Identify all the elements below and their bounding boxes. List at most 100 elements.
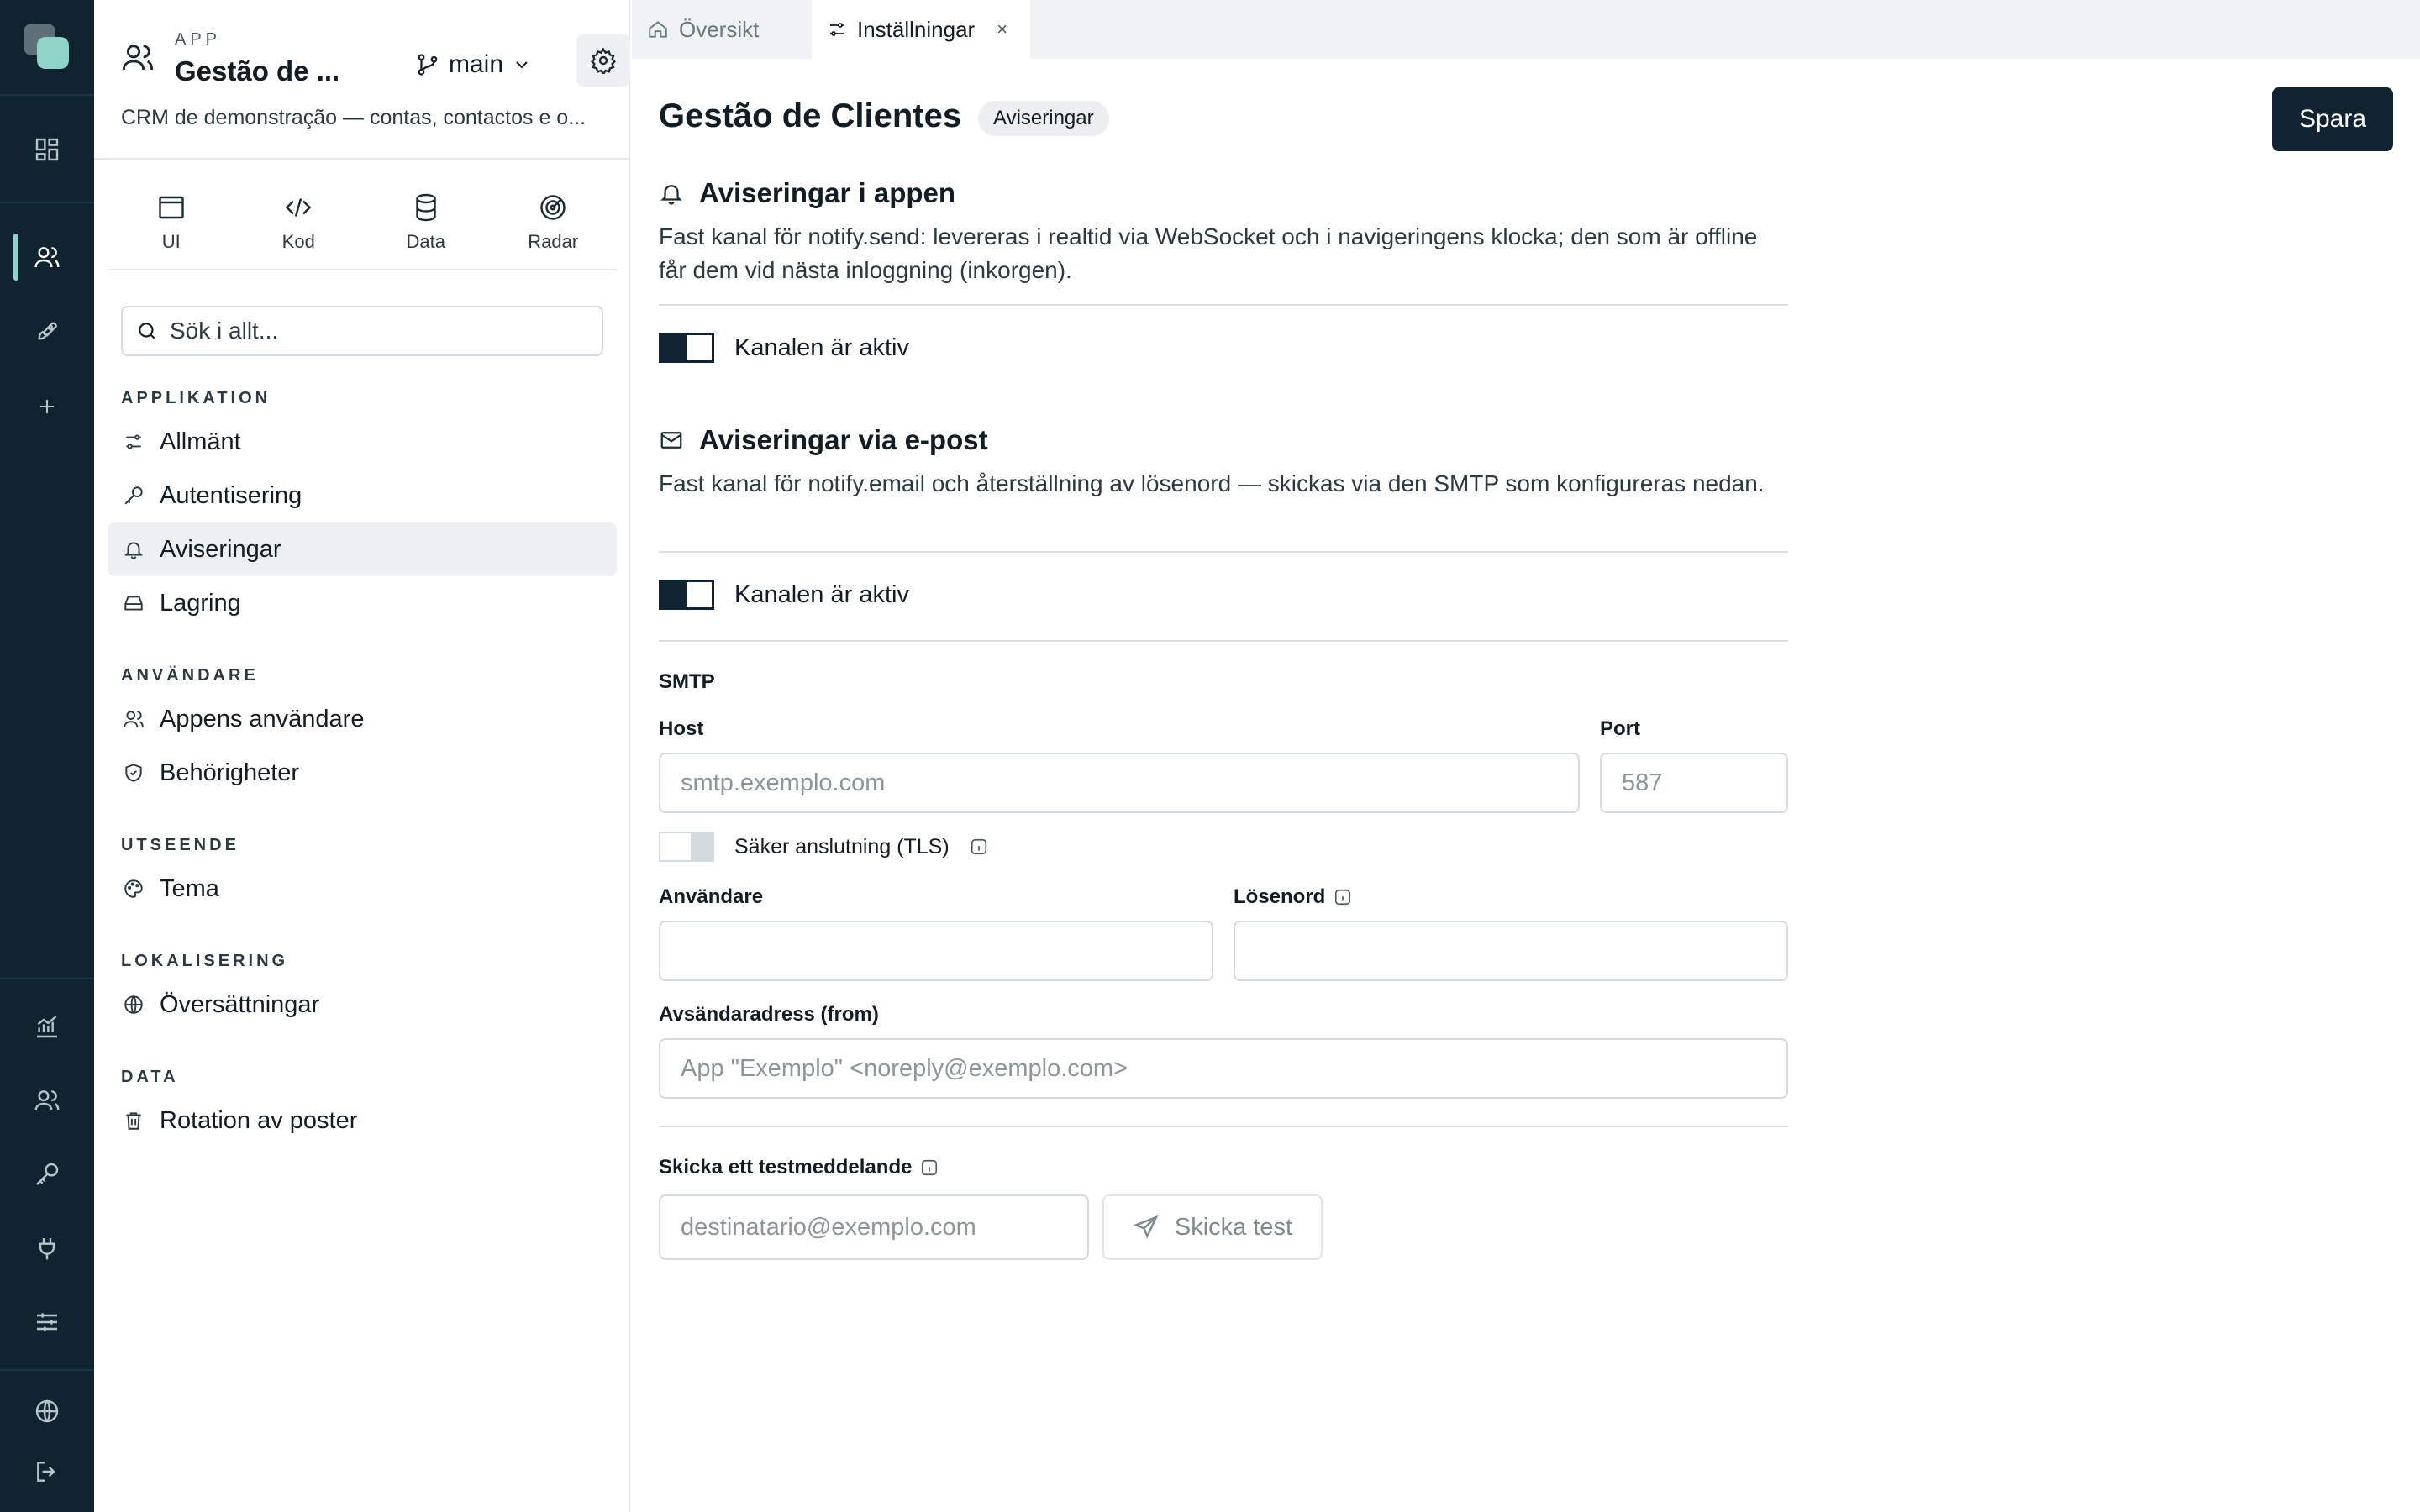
sidebar-search[interactable] — [121, 306, 603, 356]
globe-icon — [124, 995, 143, 1014]
app-name: Gestão de ... — [175, 55, 340, 87]
section-description: Fast kanal för notify.email och återstäl… — [659, 470, 1765, 496]
nav-group-title: LOKALISERING — [121, 952, 289, 970]
email-channel-toggle[interactable] — [659, 580, 714, 610]
divider — [659, 551, 1788, 553]
smtp-password-input[interactable] — [1234, 921, 1788, 981]
home-icon — [649, 21, 667, 38]
analytics-icon[interactable] — [30, 1010, 64, 1043]
team-icon[interactable] — [30, 1084, 64, 1117]
rail-divider — [0, 978, 94, 979]
test-recipient-input[interactable] — [659, 1194, 1089, 1260]
nav-group-data: DATA Rotation av poster — [108, 1060, 617, 1147]
sidebar-item-behorigheter[interactable]: Behörigheter — [108, 746, 617, 800]
mode-tab-data[interactable]: Data — [362, 176, 490, 269]
toggle-label: Säker anslutning (TLS) — [734, 834, 950, 858]
tab-label: Inställningar — [857, 16, 976, 42]
sidebar-item-lagring[interactable]: Lagring — [108, 576, 617, 630]
page-title: Gestão de Clientes — [659, 97, 962, 134]
rocket-icon[interactable] — [30, 314, 64, 348]
sidebar-item-label: Tema — [160, 874, 219, 902]
sidebar-item-label: Aviseringar — [160, 535, 281, 563]
info-icon[interactable] — [920, 1158, 939, 1177]
mail-icon — [660, 432, 682, 449]
sidebar-item-label: Appens användare — [160, 705, 365, 732]
settings-sidebar: APP Gestão de ... main CRM de demonstraç… — [94, 0, 630, 1512]
save-button[interactable]: Spara — [2272, 87, 2393, 151]
mode-tab-kod[interactable]: Kod — [235, 176, 363, 269]
search-input[interactable] — [170, 318, 573, 344]
info-icon[interactable] — [970, 837, 988, 856]
section-heading: Aviseringar via e-post — [659, 422, 1788, 459]
smtp-host-input[interactable] — [659, 753, 1580, 813]
users-icon — [124, 711, 144, 727]
key-icon[interactable] — [30, 1158, 64, 1191]
nav-group-title: UTSEENDE — [121, 836, 239, 854]
sidebar-item-allmant[interactable]: Allmänt — [108, 415, 617, 469]
shield-icon — [125, 764, 142, 782]
branch-name: main — [449, 50, 504, 78]
section-description: Fast kanal för notify.send: levereras i … — [659, 223, 1758, 283]
mode-tab-ui[interactable]: UI — [108, 176, 235, 269]
sidebar-divider — [108, 269, 617, 270]
code-icon — [286, 198, 312, 217]
radar-icon — [540, 195, 566, 220]
add-icon[interactable] — [30, 390, 64, 423]
sliders-icon — [126, 434, 141, 449]
app-rail — [0, 0, 94, 1512]
git-branch-icon — [418, 54, 438, 76]
database-icon — [416, 193, 436, 222]
divider — [659, 304, 1788, 306]
plug-icon[interactable] — [30, 1231, 64, 1265]
sidebar-divider — [94, 158, 629, 160]
settings-sliders-icon[interactable] — [30, 1305, 64, 1339]
section-email: Aviseringar via e-post Fast kanal för no… — [659, 422, 1788, 501]
bell-icon — [124, 542, 144, 559]
sidebar-item-appens-anvandare[interactable]: Appens användare — [108, 692, 617, 746]
in-app-channel-toggle[interactable] — [659, 333, 714, 363]
info-icon[interactable] — [1334, 888, 1352, 906]
app-header: APP Gestão de ... main — [121, 25, 630, 101]
smtp-user-input[interactable] — [659, 921, 1213, 981]
dashboard-icon[interactable] — [30, 133, 64, 166]
smtp-from-input[interactable] — [659, 1038, 1788, 1099]
logout-icon[interactable] — [30, 1455, 64, 1488]
nav-group-lokalisering: LOKALISERING Översättningar — [108, 944, 617, 1032]
branch-selector[interactable]: main — [415, 44, 532, 86]
mode-tab-label: UI — [161, 231, 181, 252]
password-label: Lösenord — [1234, 885, 1326, 908]
sidebar-item-tema[interactable]: Tema — [108, 862, 617, 916]
smtp-heading: SMTP — [659, 670, 715, 693]
mode-tab-radar[interactable]: Radar — [490, 176, 618, 269]
sidebar-item-oversattningar[interactable]: Översättningar — [108, 978, 617, 1032]
brand-logo[interactable] — [24, 24, 71, 71]
smtp-port-input[interactable] — [1600, 753, 1788, 813]
sidebar-item-label: Allmänt — [160, 428, 241, 455]
app-settings-button[interactable] — [576, 34, 630, 87]
rail-divider — [0, 202, 94, 203]
tls-toggle[interactable] — [659, 832, 714, 862]
globe-icon[interactable] — [30, 1394, 64, 1428]
tab-installningar[interactable]: Inställningar × — [812, 0, 1030, 59]
sidebar-item-rotation-av-poster[interactable]: Rotation av poster — [108, 1094, 617, 1147]
nav-group-utseende: UTSEENDE Tema — [108, 828, 617, 916]
test-label: Skicka ett testmeddelande — [659, 1156, 913, 1179]
from-label: Avsändaradress (from) — [659, 1003, 879, 1026]
app-description: CRM de demonstração — contas, contactos … — [121, 106, 587, 129]
mode-tab-label: Radar — [528, 231, 579, 252]
users-icon — [121, 40, 158, 77]
sidebar-item-autentisering[interactable]: Autentisering — [108, 469, 617, 522]
test-label-row: Skicka ett testmeddelande — [659, 1156, 939, 1179]
toggle-label: Kanalen är aktiv — [734, 333, 909, 361]
rail-divider — [0, 1369, 94, 1371]
app-kicker: APP — [175, 30, 222, 49]
sidebar-item-label: Behörigheter — [160, 759, 300, 786]
sidebar-item-aviseringar[interactable]: Aviseringar — [108, 522, 617, 576]
send-test-button[interactable]: Skicka test — [1102, 1194, 1323, 1260]
tab-oversikt[interactable]: Översikt — [632, 0, 810, 59]
close-icon[interactable]: × — [997, 18, 1007, 40]
tls-toggle-row: Säker anslutning (TLS) — [659, 832, 988, 862]
tab-label: Översikt — [679, 16, 760, 42]
users-icon[interactable] — [30, 240, 64, 274]
drive-icon — [124, 596, 143, 611]
